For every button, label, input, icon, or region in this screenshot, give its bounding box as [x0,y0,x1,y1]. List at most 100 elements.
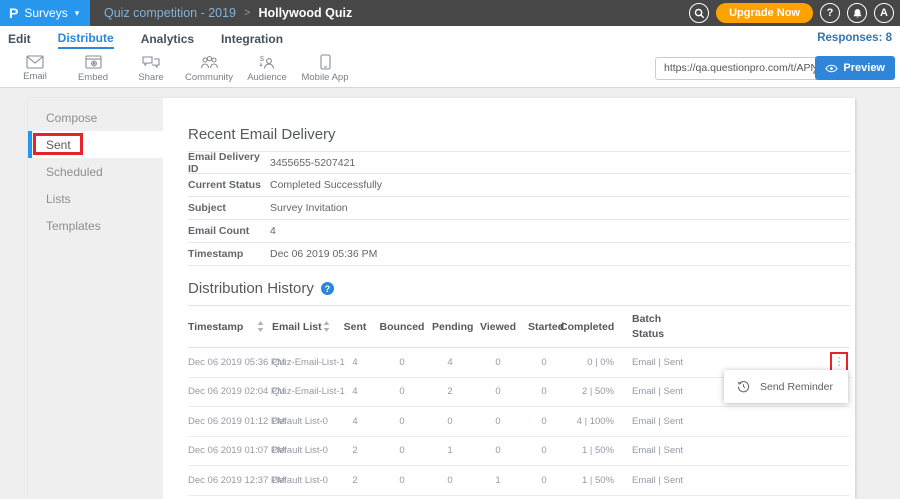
help-button[interactable]: ? [820,3,840,23]
eye-icon [825,64,838,73]
sidebar-item-sent[interactable]: Sent [28,131,163,158]
cell-bounced: 0 [372,445,432,456]
cell-viewed: 0 [468,357,528,368]
send-reminder-icon [737,380,750,393]
tab-edit[interactable]: Edit [8,29,31,48]
column-header-bounced: Bounced [372,321,432,333]
sidebar-item-label: Sent [46,138,71,152]
breadcrumb-current: Hollywood Quiz [258,6,352,20]
cell-completed: 0 | 0% [560,357,614,368]
responses-link[interactable]: Responses: 8 [817,32,892,44]
cell-viewed: 1 [468,475,528,486]
share-icon [142,55,160,70]
cell-bounced: 0 [372,475,432,486]
detail-row: Email Count 4 [188,220,850,243]
sent-panel: Recent Email Delivery Email Delivery ID … [163,98,855,499]
tab-integration[interactable]: Integration [221,29,283,48]
cell-completed: 2 | 50% [560,386,614,397]
help-tooltip-icon[interactable]: ? [321,282,334,295]
detail-row: Subject Survey Invitation [188,197,850,220]
cell-email-list: Quiz-Email-List-1 [272,386,338,397]
detail-row: Current Status Completed Successfully [188,174,850,197]
table-row: Dec 06 2019 12:37 PM Default List-0 2 0 … [188,466,850,496]
cell-bounced: 0 [372,416,432,427]
cell-timestamp: Dec 06 2019 01:12 PM [188,416,272,427]
column-header-email-list[interactable]: Email List [272,321,338,333]
cell-pending: 2 [432,386,468,397]
preview-label: Preview [843,62,885,74]
cell-sent: 4 [338,416,372,427]
sort-icon [257,321,264,332]
column-header-batch-status: Batch Status [614,312,728,340]
toolbar-item-embed[interactable]: Embed [64,55,122,83]
toolbar-item-email[interactable]: Email [6,55,64,82]
product-switcher[interactable]: P Surveys ▾ [0,0,90,26]
kebab-menu-icon[interactable]: ⋮ [834,357,845,368]
detail-label: Email Count [188,225,270,237]
cell-viewed: 0 [468,386,528,397]
cell-email-list: Default List-0 [272,445,338,456]
tab-distribute[interactable]: Distribute [58,28,114,49]
sidebar-item-templates[interactable]: Templates [28,212,163,239]
sidebar-item-compose[interactable]: Compose [28,104,163,131]
column-header-sent: Sent [338,321,372,333]
cell-batch-status: Email | Sent [614,416,728,427]
column-header-viewed: Viewed [468,321,528,333]
cell-pending: 0 [432,475,468,486]
sidebar-item-lists[interactable]: Lists [28,185,163,212]
detail-value: Dec 06 2019 05:36 PM [270,248,377,260]
survey-nav: Edit Distribute Analytics Integration Re… [0,26,900,50]
detail-value: 4 [270,225,276,237]
content-card: Compose Sent Scheduled Lists Templates R… [28,98,855,499]
tab-analytics[interactable]: Analytics [141,29,194,48]
toolbar-label: Embed [78,72,108,83]
community-icon [200,55,219,70]
cell-pending: 0 [432,416,468,427]
cell-completed: 4 | 100% [560,416,614,427]
column-label: Timestamp [188,321,243,333]
breadcrumb: Quiz competition - 2019 > Hollywood Quiz [90,0,352,26]
cell-timestamp: Dec 06 2019 12:37 PM [188,475,272,486]
questionpro-logo-icon: P [9,5,18,21]
sort-icon [323,321,330,332]
cell-viewed: 0 [468,416,528,427]
cell-bounced: 0 [372,357,432,368]
cell-started: 0 [528,357,560,368]
survey-url-input[interactable]: https://qa.questionpro.com/t/APNrFZf2 [655,57,831,80]
cell-pending: 4 [432,357,468,368]
cell-bounced: 0 [372,386,432,397]
cell-completed: 1 | 50% [560,445,614,456]
distribute-sidebar: Compose Sent Scheduled Lists Templates [28,98,163,499]
email-icon [26,55,44,69]
breadcrumb-separator: > [244,7,250,19]
detail-value: 3455655-5207421 [270,157,355,169]
cell-timestamp: Dec 06 2019 02:04 PM [188,386,272,397]
toolbar-item-share[interactable]: Share [122,55,180,83]
send-reminder-menu-item[interactable]: Send Reminder [760,381,833,393]
cell-completed: 1 | 50% [560,475,614,486]
cell-pending: 1 [432,445,468,456]
product-name: Surveys [24,6,67,20]
toolbar-label: Community [185,72,233,83]
toolbar-item-audience[interactable]: $ Audience [238,55,296,83]
breadcrumb-parent-link[interactable]: Quiz competition - 2019 [104,6,236,20]
cell-batch-status: Email | Sent [614,475,728,486]
preview-button[interactable]: Preview [815,56,895,80]
toolbar-item-community[interactable]: Community [180,55,238,83]
distribution-history-label: Distribution History [188,280,314,297]
column-header-completed: Completed [560,321,614,333]
upgrade-now-button[interactable]: Upgrade Now [716,3,813,23]
row-context-menu: Send Reminder [724,370,848,403]
toolbar-item-mobile-app[interactable]: Mobile App [296,54,354,83]
avatar[interactable]: A [874,3,894,23]
svg-text:$: $ [260,56,264,63]
cell-batch-status: Email | Sent [614,357,728,368]
cell-started: 0 [528,416,560,427]
search-button[interactable] [689,3,709,23]
column-header-timestamp[interactable]: Timestamp [188,321,272,333]
toolbar-label: Share [138,72,163,83]
notifications-button[interactable] [847,3,867,23]
sidebar-item-scheduled[interactable]: Scheduled [28,158,163,185]
cell-timestamp: Dec 06 2019 05:36 PM [188,357,272,368]
cell-batch-status: Email | Sent [614,445,728,456]
